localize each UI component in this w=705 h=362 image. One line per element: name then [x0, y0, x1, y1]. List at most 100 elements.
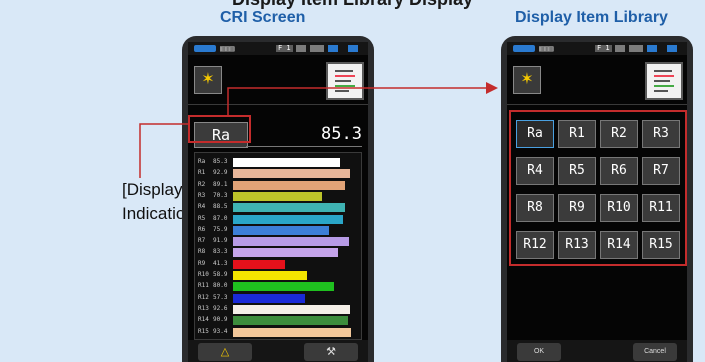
cri-bar	[233, 327, 351, 337]
cri-bar-label: R8	[198, 248, 206, 256]
cri-bar-label: R1	[198, 169, 206, 177]
display-library-thumb-icon[interactable]	[326, 62, 364, 100]
cri-bar-value: 41.3	[213, 259, 228, 267]
cri-bar	[233, 214, 343, 224]
cri-bar	[233, 282, 334, 292]
bottom-bar: △ ⚒	[188, 340, 368, 362]
library-item-r3[interactable]: R3	[642, 120, 680, 148]
cri-bar-value: 93.4	[213, 327, 228, 335]
cri-bar-row: R11 80.0	[195, 281, 361, 292]
ok-button[interactable]: OK	[517, 343, 561, 361]
library-item-r1[interactable]: R1	[558, 120, 596, 148]
cri-bar-row: R6 75.9	[195, 225, 361, 236]
cri-bar-row: R15 93.4	[195, 327, 361, 338]
library-item-r7[interactable]: R7	[642, 157, 680, 185]
cri-bar-row: R10 58.9	[195, 270, 361, 281]
status-bar: ▥▥▥ F 1	[507, 42, 687, 55]
cri-bar	[233, 304, 350, 314]
cri-bar-row: Ra 85.3	[195, 157, 361, 168]
library-item-r15[interactable]: R15	[642, 231, 680, 259]
cri-bar-label: R9	[198, 259, 206, 267]
pointer-arrowhead	[486, 82, 498, 94]
cri-bar-row: R3 70.3	[195, 191, 361, 202]
library-item-r4[interactable]: R4	[516, 157, 554, 185]
cri-screen-device: ▥▥▥ F 1 ✶ Ra 85.3 Ra 85.3 R1 92.9 R2 89.1 R3 70…	[182, 36, 374, 362]
divider	[507, 104, 687, 105]
library-item-r9[interactable]: R9	[558, 194, 596, 222]
measure-button[interactable]: △	[198, 343, 252, 361]
cri-bar-value: 83.3	[213, 248, 228, 256]
cri-bar-value: 57.3	[213, 293, 228, 301]
battery-icon	[194, 45, 216, 52]
cri-bar-label: R14	[198, 316, 209, 324]
cri-bar-row: R8 83.3	[195, 247, 361, 258]
library-screen: ▥▥▥ F 1 ✶ Ra R1 R2 R3 R4 R5 R6 R7 R8 R9 R10 R11 R12 R…	[507, 42, 687, 362]
library-item-r5[interactable]: R5	[558, 157, 596, 185]
title-display-item-library: Display Item Library	[515, 9, 668, 26]
cri-bar-row: R4 88.5	[195, 202, 361, 213]
cri-bar-row: R9 41.3	[195, 259, 361, 270]
cri-bar-value: 88.5	[213, 203, 228, 211]
clipped-header: Display Item Library Display	[0, 0, 705, 8]
status-chip	[647, 45, 657, 52]
library-item-r10[interactable]: R10	[600, 194, 638, 222]
status-chip	[667, 45, 677, 52]
cri-bar-value: 70.3	[213, 191, 228, 199]
library-item-r11[interactable]: R11	[642, 194, 680, 222]
cri-bar-row: R7 91.9	[195, 236, 361, 247]
cri-bar-value: 85.3	[213, 158, 228, 165]
light-source-icon[interactable]: ✶	[194, 66, 222, 94]
cri-bar-label: R7	[198, 237, 206, 245]
cri-bar-value: 91.9	[213, 237, 228, 245]
cri-bar-row: R2 89.1	[195, 180, 361, 191]
cri-bar-row: R1 92.9	[195, 168, 361, 179]
signal-icon: ▥▥▥	[539, 44, 554, 53]
library-device: ▥▥▥ F 1 ✶ Ra R1 R2 R3 R4 R5 R6 R7 R8 R9 R10 R11 R12 R…	[501, 36, 693, 362]
cri-bar	[233, 203, 345, 213]
bottom-bar: OK Cancel	[507, 340, 687, 362]
cri-bar	[233, 293, 306, 303]
cri-bar-value: 58.9	[213, 271, 228, 278]
cri-bar	[233, 248, 338, 258]
cri-bar-value: 80.0	[213, 282, 228, 290]
cri-bar-label: R6	[198, 225, 206, 233]
channel-indicator: F 1	[276, 44, 293, 52]
cri-bar-label: R11	[198, 282, 209, 290]
cri-bar-label: R3	[198, 191, 206, 199]
status-chip	[348, 45, 358, 52]
cri-bar-value: 89.1	[213, 180, 228, 188]
cri-bar	[233, 225, 329, 235]
status-chip	[629, 45, 643, 52]
cri-bar-row: R5 87.0	[195, 214, 361, 225]
status-chip	[310, 45, 324, 52]
cri-bar-label: R4	[198, 203, 206, 211]
display-library-thumb-icon[interactable]	[645, 62, 683, 100]
library-item-r6[interactable]: R6	[600, 157, 638, 185]
library-item-r2[interactable]: R2	[600, 120, 638, 148]
status-chip	[615, 45, 625, 52]
display-item-value: 85.3	[246, 122, 362, 147]
status-bar: ▥▥▥ F 1	[188, 42, 368, 55]
cri-bar-label: R2	[198, 180, 206, 188]
tool-button[interactable]: ⚒	[304, 343, 358, 361]
signal-icon: ▥▥▥	[220, 44, 235, 53]
cri-bar	[233, 316, 348, 326]
library-item-r13[interactable]: R13	[558, 231, 596, 259]
library-item-r12[interactable]: R12	[516, 231, 554, 259]
cri-bar	[233, 180, 346, 190]
cri-bar-label: R15	[198, 327, 209, 335]
cri-bar-label: R13	[198, 304, 209, 312]
light-source-icon[interactable]: ✶	[513, 66, 541, 94]
library-item-r8[interactable]: R8	[516, 194, 554, 222]
cancel-button[interactable]: Cancel	[633, 343, 677, 361]
cri-bar-label: R10	[198, 271, 209, 278]
cri-bar	[233, 237, 349, 247]
library-item-ra[interactable]: Ra	[516, 120, 554, 148]
display-item-grid: Ra R1 R2 R3 R4 R5 R6 R7 R8 R9 R10 R11 R12 R13 R14 R15	[509, 110, 687, 266]
cri-bar	[233, 271, 308, 280]
callout-leader-line	[139, 123, 188, 178]
cri-bar-label: R12	[198, 293, 209, 301]
battery-icon	[513, 45, 535, 52]
cri-bar	[233, 259, 286, 269]
library-item-r14[interactable]: R14	[600, 231, 638, 259]
